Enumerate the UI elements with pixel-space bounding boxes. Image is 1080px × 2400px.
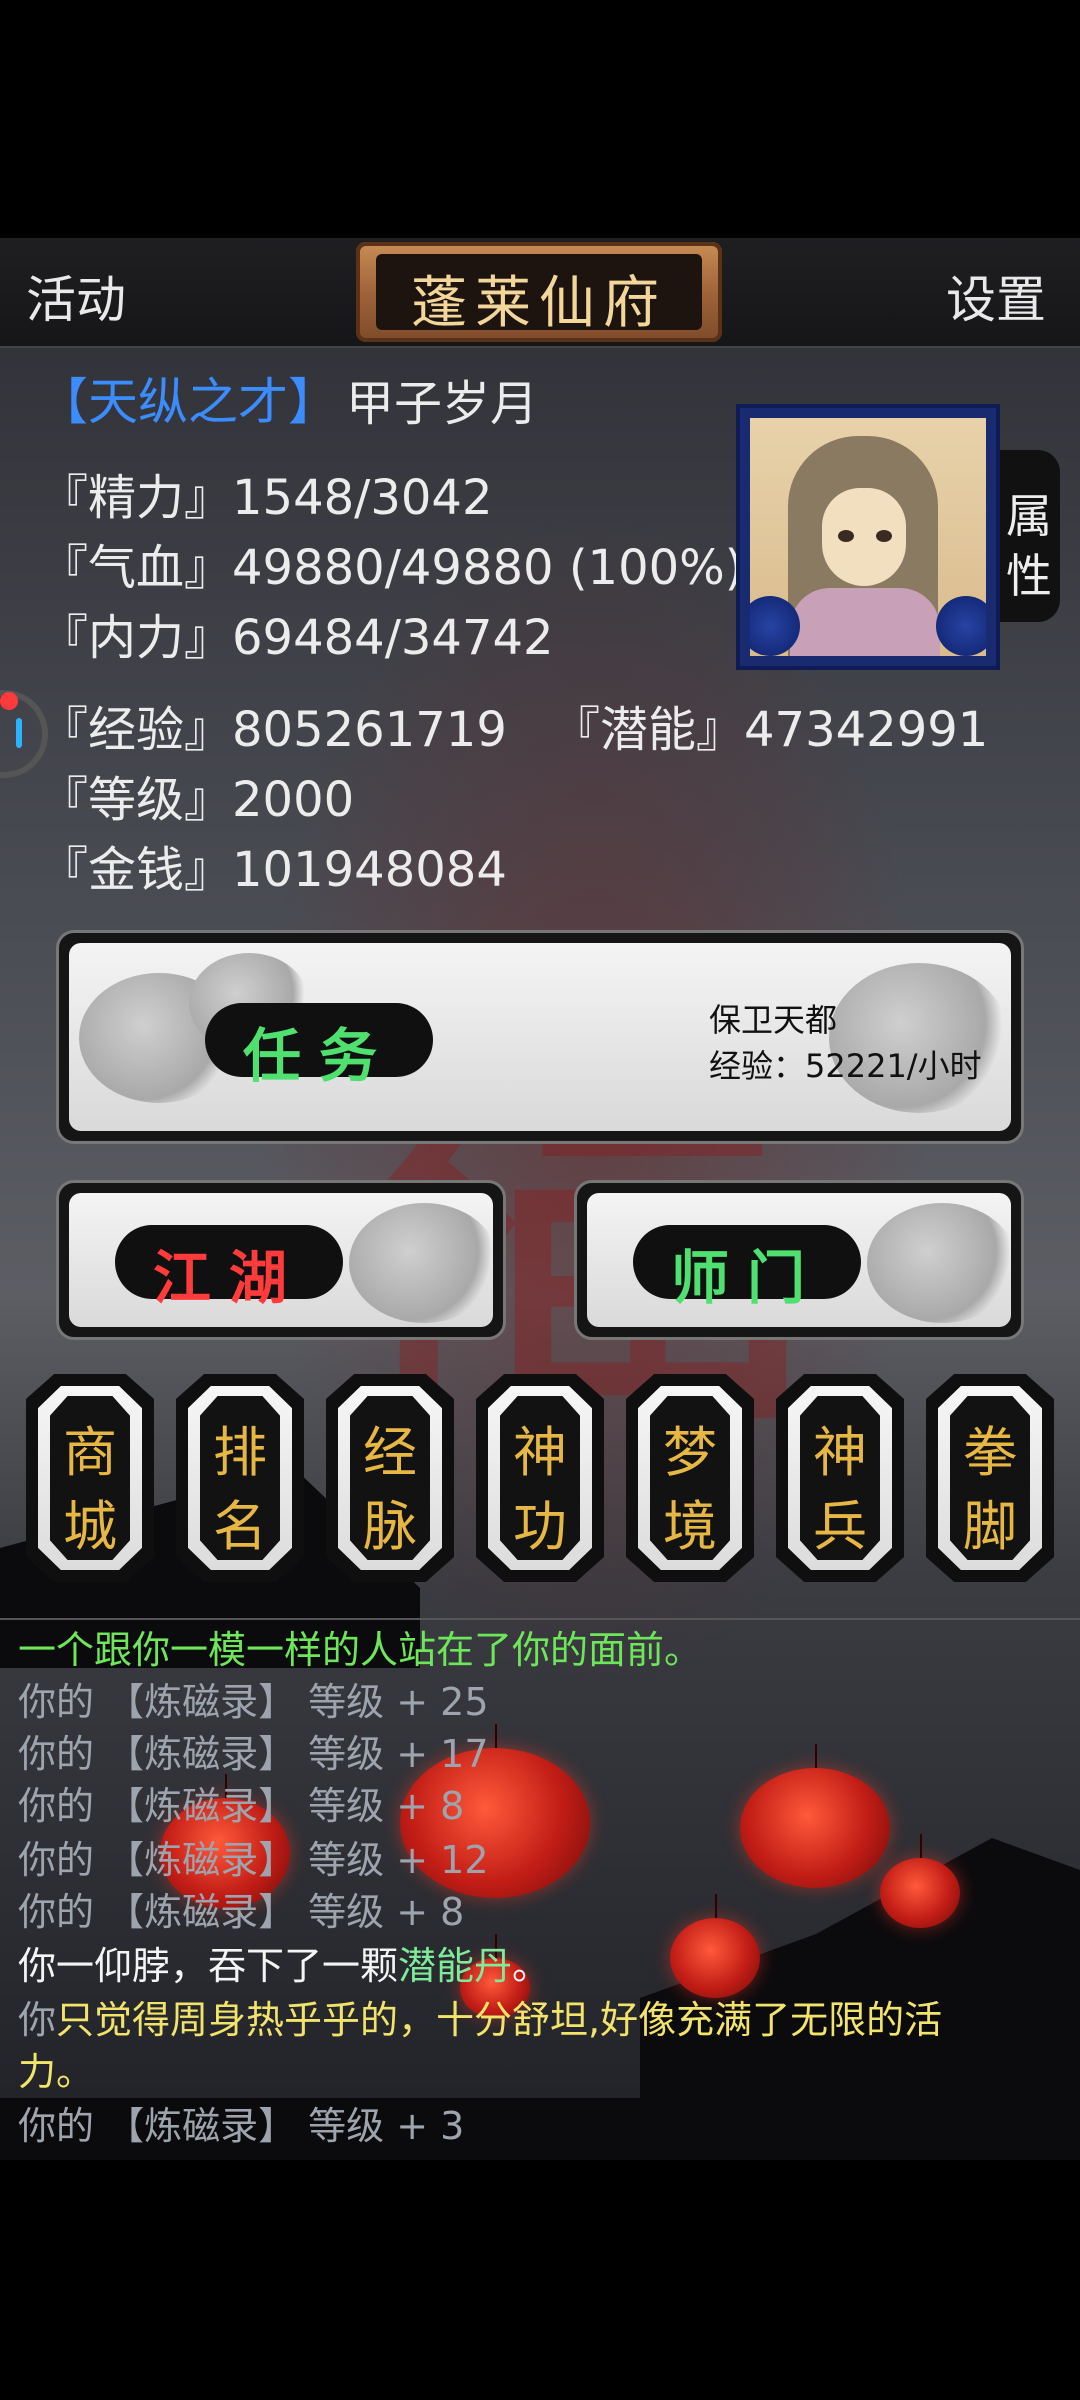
shimen-label-pill: 师门: [633, 1225, 861, 1312]
stat-energy: 『精力』1548/3042: [40, 470, 493, 526]
log-line: 一个跟你一模一样的人站在了你的面前。: [18, 1628, 703, 1672]
cloud-ornament: [829, 963, 1009, 1113]
shimen-label: 师门: [670, 1244, 823, 1312]
log-text: 只觉得周身热乎乎的，十分舒坦,好像充满了无限的活: [56, 1998, 943, 2042]
log-line: 你的 【炼磁录】 等级 + 8: [18, 1890, 465, 1934]
task-quest-name: 保卫天都: [709, 1001, 838, 1039]
portrait-face: [822, 488, 906, 586]
portrait-robe: [790, 588, 940, 656]
log-line: 你的 【炼磁录】 等级 + 25: [18, 1680, 489, 1724]
location-title-plaque: 蓬莱仙府: [356, 242, 722, 342]
notification-dot: [0, 692, 18, 710]
tile-char: 城: [63, 1495, 117, 1558]
cloud-ornament: [349, 1203, 493, 1323]
portrait-artwork: [750, 418, 986, 656]
portrait-eye: [876, 530, 892, 542]
stat-level: 『等级』2000: [40, 772, 355, 828]
lantern-icon: [740, 1744, 890, 1888]
jianghu-panel-inner: 江湖: [69, 1193, 493, 1327]
task-panel-inner: 任务 保卫天都 经验：52221/小时: [69, 943, 1011, 1131]
task-panel[interactable]: 任务 保卫天都 经验：52221/小时: [56, 930, 1024, 1144]
settings-button[interactable]: 设置: [946, 260, 1046, 332]
top-bar: 活动 蓬莱仙府 设置: [0, 238, 1080, 348]
attributes-tab-char: 性: [1006, 549, 1052, 603]
tile-char: 脉: [363, 1495, 417, 1558]
tile-char: 商: [63, 1421, 117, 1484]
menu-dream-button[interactable]: 梦 境: [626, 1374, 754, 1582]
jianghu-panel[interactable]: 江湖: [56, 1180, 506, 1340]
game-screen: 福 活动 蓬莱仙府 设置 【天纵之才】 甲子岁月 『精力』1548/3042 『…: [0, 0, 1080, 2400]
attributes-tab-char: 属: [1006, 489, 1052, 543]
task-label: 任务: [242, 1022, 395, 1090]
shimen-panel-inner: 师门: [587, 1193, 1011, 1327]
activity-button[interactable]: 活动: [26, 260, 126, 332]
menu-fist-button[interactable]: 拳 脚: [926, 1374, 1054, 1582]
log-line: 你的 【炼磁录】 等级 + 12: [18, 1838, 489, 1882]
menu-divine-skill-button[interactable]: 神 功: [476, 1374, 604, 1582]
portrait-wave: [936, 596, 986, 656]
location-title: 蓬莱仙府: [411, 271, 667, 336]
log-divider: [0, 1618, 1080, 1620]
tile-char: 神: [513, 1421, 567, 1484]
stat-money: 『金钱』101948084: [40, 842, 507, 898]
log-item-name: 潜能丹: [398, 1944, 513, 1988]
log-line: 你只觉得周身热乎乎的，十分舒坦,好像充满了无限的活: [18, 1994, 942, 2046]
task-exp-rate: 经验：52221/小时: [709, 1047, 982, 1085]
tile-char: 梦: [663, 1421, 717, 1484]
shimen-panel[interactable]: 师门: [574, 1180, 1024, 1340]
log-line: 你的 【炼磁录】 等级 + 8: [18, 1784, 465, 1828]
stat-exp: 『经验』805261719: [40, 702, 507, 758]
cloud-ornament: [867, 1203, 1011, 1323]
tile-char: 名: [213, 1495, 267, 1558]
tile-char: 拳: [963, 1421, 1017, 1484]
tile-char: 经: [363, 1421, 417, 1484]
portrait-eye: [838, 530, 854, 542]
log-text: 你一仰脖，吞下了一颗: [18, 1944, 399, 1988]
character-title-tag: 【天纵之才】: [38, 373, 338, 431]
menu-divine-weapon-button[interactable]: 神 兵: [776, 1374, 904, 1582]
tile-char: 神: [813, 1421, 867, 1484]
log-text: 。: [512, 1944, 551, 1988]
tile-char: 境: [663, 1495, 717, 1558]
menu-meridian-button[interactable]: 经 脉: [326, 1374, 454, 1582]
character-portrait[interactable]: [736, 404, 1000, 670]
tile-char: 兵: [813, 1495, 867, 1558]
jianghu-label-pill: 江湖: [115, 1225, 343, 1312]
log-line: 你的 【炼磁录】 等级 + 17: [18, 1732, 489, 1776]
stat-mp: 『内力』69484/34742: [40, 610, 554, 666]
jianghu-label: 江湖: [152, 1244, 305, 1312]
tile-char: 功: [513, 1495, 567, 1558]
character-name: 甲子岁月: [346, 376, 539, 432]
menu-shop-button[interactable]: 商 城: [26, 1374, 154, 1582]
tile-char: 排: [213, 1421, 267, 1484]
menu-ranking-button[interactable]: 排 名: [176, 1374, 304, 1582]
log-text: 你: [18, 1998, 57, 2042]
log-line: 你的 【炼磁录】 等级 + 3: [18, 2104, 465, 2148]
log-line: 你一仰脖，吞下了一颗潜能丹。: [18, 1940, 550, 1992]
tile-char: 脚: [963, 1495, 1017, 1558]
stat-hp: 『气血』49880/49880 (100%): [40, 540, 744, 596]
task-label-pill: 任务: [205, 1003, 433, 1090]
lantern-icon: [670, 1894, 760, 1998]
lantern-icon: [880, 1834, 960, 1928]
attributes-tab-button[interactable]: 属 性: [1000, 450, 1060, 622]
stat-potential: 『潜能』47342991: [552, 702, 989, 758]
log-line: 力。: [18, 2050, 95, 2094]
